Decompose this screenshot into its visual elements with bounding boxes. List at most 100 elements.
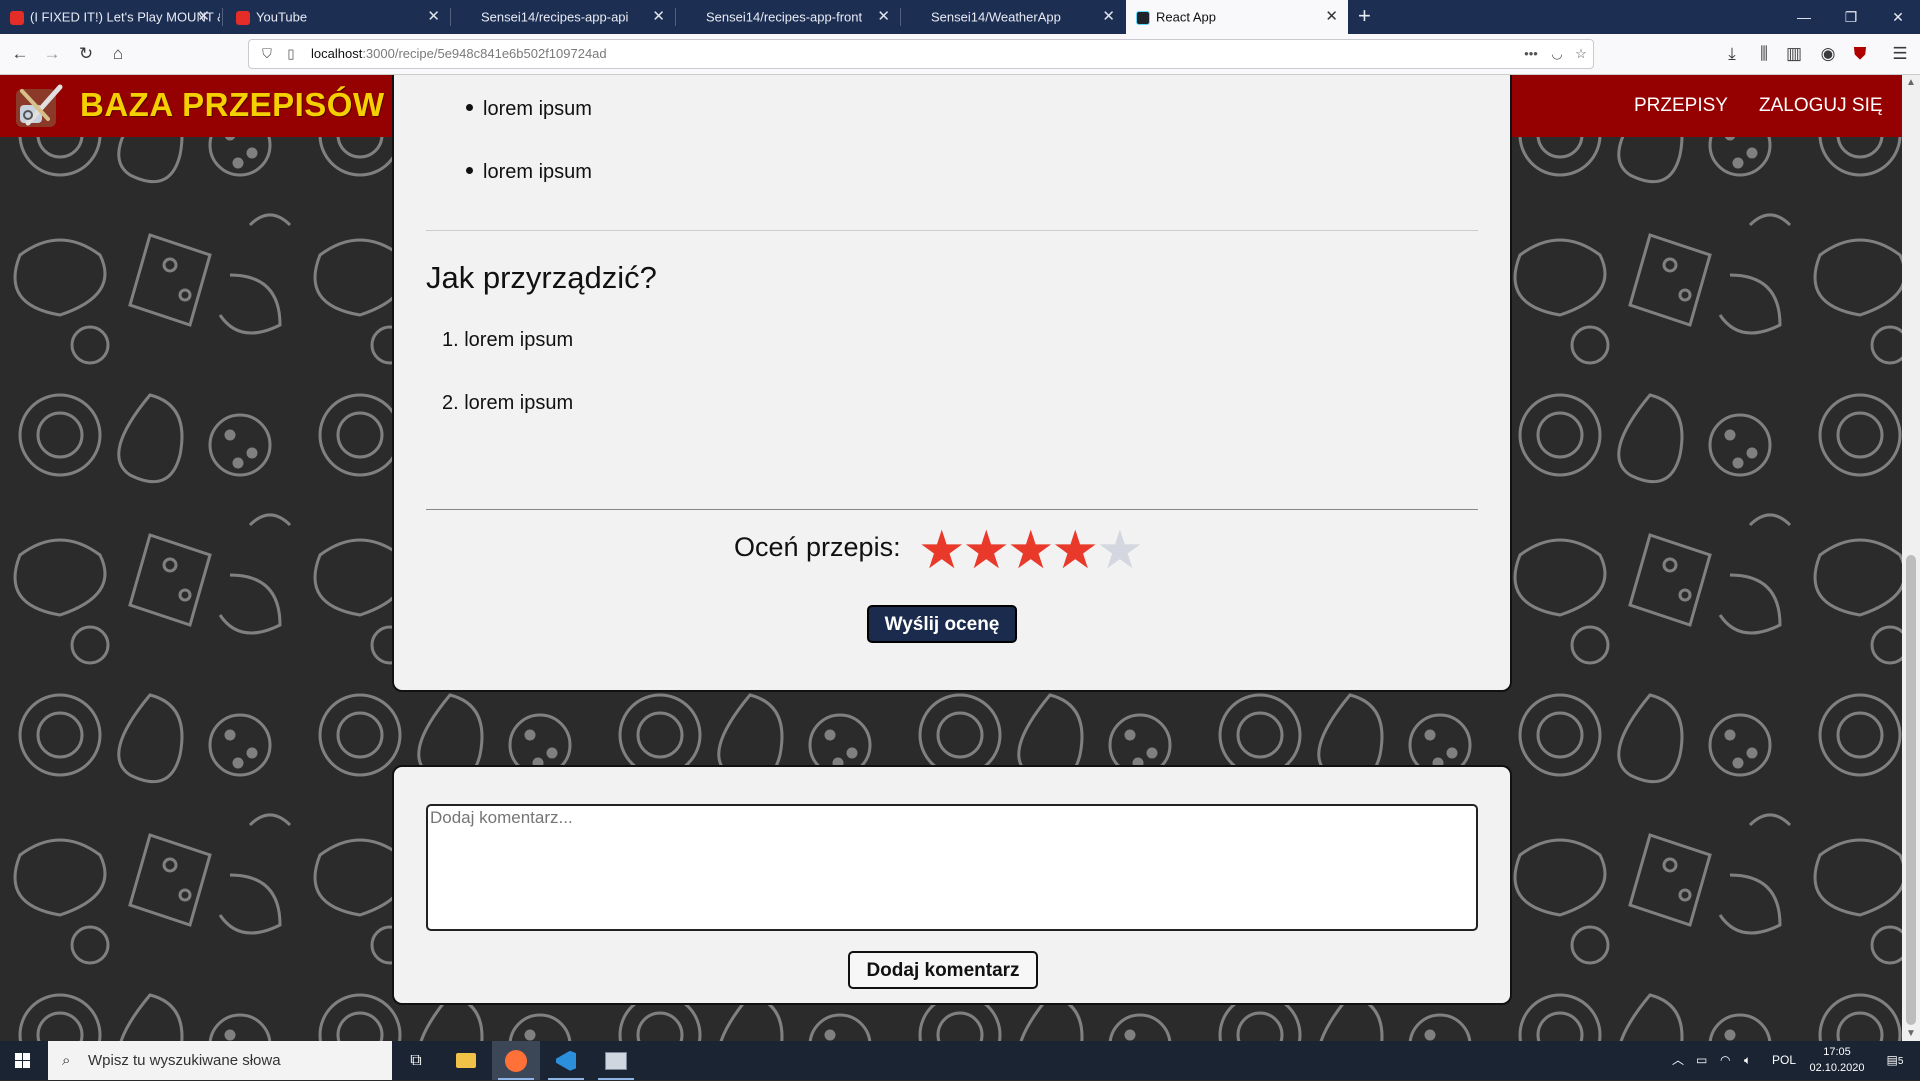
more-actions-icon[interactable]: ••• [1521, 40, 1541, 68]
add-comment-button[interactable]: Dodaj komentarz [848, 951, 1038, 989]
menu-icon[interactable]: ☰ [1886, 34, 1914, 74]
vscode-icon[interactable] [542, 1041, 590, 1080]
github-icon [686, 10, 700, 25]
comment-card: Dodaj komentarz [392, 765, 1512, 1005]
star-icon[interactable]: ★ [1007, 524, 1055, 577]
recipe-card: lorem ipsum lorem ipsum Jak przyrządzić?… [392, 75, 1512, 692]
show-hidden-icons[interactable]: ︿ [1672, 1041, 1684, 1080]
ingredient-item: lorem ipsum [466, 98, 592, 121]
scroll-down-icon[interactable]: ▼ [1902, 1028, 1920, 1039]
taskbar-clock[interactable]: 17:05 02.10.2020 [1802, 1044, 1872, 1076]
browser-tab-bar: (I FIXED IT!) Let's Play MOUNT & ✕ YouTu… [0, 0, 1920, 34]
section-divider [426, 230, 1478, 231]
tab-weatherapp[interactable]: Sensei14/WeatherApp ✕ [901, 0, 1125, 34]
section-divider [426, 509, 1478, 510]
firefox-icon[interactable] [492, 1041, 540, 1080]
url-text: localhost:3000/recipe/5e948c841e6b502f10… [311, 40, 607, 68]
rating-stars[interactable]: ★★★★★ [918, 524, 1144, 577]
url-path: :3000/recipe/5e948c841e6b502f109724ad [362, 46, 607, 61]
page-viewport: BAZA PRZEPISÓW PRZEPISY ZALOGUJ SIĘ lore… [0, 75, 1902, 1041]
tab-title: Sensei14/WeatherApp [931, 9, 1061, 25]
clock-time: 17:05 [1823, 1046, 1851, 1058]
account-icon[interactable]: ◉ [1814, 34, 1842, 74]
sidebar-icon[interactable]: ▥ [1780, 34, 1808, 74]
taskbar-search-box[interactable]: ⌕ Wpisz tu wyszukiwane słowa [48, 1041, 392, 1080]
close-window-icon[interactable]: ✕ [1878, 0, 1918, 34]
library-icon[interactable]: ⫼ [1750, 34, 1778, 74]
language-indicator[interactable]: POL [1772, 1041, 1796, 1080]
home-icon[interactable]: ⌂ [104, 34, 132, 74]
reload-icon[interactable]: ↻ [72, 34, 100, 74]
notification-center[interactable]: ▤5 [1880, 1041, 1910, 1080]
react-icon [1136, 10, 1150, 25]
tab-youtube[interactable]: YouTube ✕ [226, 0, 450, 34]
close-icon[interactable]: ✕ [1325, 0, 1338, 34]
nav-link-login[interactable]: ZALOGUJ SIĘ [1759, 75, 1883, 137]
tab-recipes-front[interactable]: Sensei14/recipes-app-front ✕ [676, 0, 900, 34]
snipping-tool-icon[interactable] [592, 1041, 640, 1080]
page-scrollbar[interactable]: ▲ ▼ [1902, 75, 1920, 1041]
back-arrow-icon[interactable]: ← [6, 34, 34, 74]
task-view-icon[interactable]: ⧉ [392, 1041, 440, 1080]
shield-icon[interactable]: ⛉ [257, 40, 277, 68]
address-bar[interactable]: ⛉ ▯ localhost:3000/recipe/5e948c841e6b50… [248, 39, 1594, 69]
battery-icon[interactable]: ▭ [1696, 1041, 1707, 1080]
wifi-icon[interactable]: ◠ [1720, 1041, 1730, 1080]
logo-utensils-icon[interactable] [14, 83, 64, 129]
tab-recipes-api[interactable]: Sensei14/recipes-app-api ✕ [451, 0, 675, 34]
close-icon[interactable]: ✕ [197, 0, 210, 34]
ingredient-text: lorem ipsum [483, 161, 592, 183]
rating-label: Oceń przepis: [734, 532, 901, 562]
taskbar-search-placeholder: Wpisz tu wyszukiwane słowa [88, 1052, 281, 1069]
close-icon[interactable]: ✕ [877, 0, 890, 34]
file-explorer-icon[interactable] [442, 1041, 490, 1080]
tab-separator [222, 8, 223, 26]
tab-title: Sensei14/recipes-app-front [706, 9, 863, 25]
close-icon[interactable]: ✕ [1102, 0, 1115, 34]
bullet-icon [466, 167, 473, 175]
browser-toolbar: ← → ↻ ⌂ ⛉ ▯ localhost:3000/recipe/5e948c… [0, 34, 1920, 75]
search-icon: ⌕ [62, 1052, 71, 1069]
youtube-icon [10, 10, 24, 25]
windows-start-icon[interactable] [0, 1041, 46, 1080]
tab-title: (I FIXED IT!) Let's Play MOUNT & [30, 9, 220, 25]
notification-icon: ▤ [1886, 1053, 1898, 1067]
ublock-icon[interactable]: ⛊ [1846, 34, 1874, 74]
steps-heading: Jak przyrządzić? [426, 260, 657, 295]
restore-window-icon[interactable]: ❐ [1831, 0, 1871, 34]
url-host: localhost [311, 46, 363, 61]
downloads-icon[interactable]: ⤓ [1718, 34, 1746, 74]
tab-react-app[interactable]: React App ✕ [1126, 0, 1348, 34]
forward-arrow-icon[interactable]: → [38, 34, 66, 74]
scroll-up-icon[interactable]: ▲ [1902, 77, 1920, 88]
site-title[interactable]: BAZA PRZEPISÓW [80, 83, 385, 127]
windows-taskbar: ⌕ Wpisz tu wyszukiwane słowa ⧉ ︿ ▭ ◠ 🔈︎ … [0, 1041, 1920, 1080]
star-icon[interactable]: ★ [1052, 524, 1100, 577]
youtube-icon [236, 10, 250, 25]
scrollbar-thumb[interactable] [1906, 555, 1916, 1025]
close-icon[interactable]: ✕ [652, 0, 665, 34]
new-tab-button[interactable]: + [1358, 0, 1371, 34]
minimize-window-icon[interactable]: — [1784, 0, 1824, 34]
submit-rating-button[interactable]: Wyślij ocenę [867, 605, 1017, 643]
star-icon[interactable]: ★ [918, 524, 966, 577]
tab-title: React App [1156, 9, 1216, 25]
star-icon[interactable]: ★ [963, 524, 1011, 577]
step-item: 2. lorem ipsum [442, 392, 574, 414]
pocket-icon[interactable]: ◡ [1547, 40, 1567, 68]
page-info-icon[interactable]: ▯ [281, 40, 301, 68]
tab-youtube-video[interactable]: (I FIXED IT!) Let's Play MOUNT & ✕ [0, 0, 220, 34]
github-icon [461, 10, 475, 25]
step-item: 1. lorem ipsum [442, 329, 574, 351]
star-icon[interactable]: ★ [1096, 524, 1144, 577]
tab-title: Sensei14/recipes-app-api [481, 9, 629, 25]
bullet-icon [466, 104, 473, 112]
clock-date: 02.10.2020 [1809, 1062, 1865, 1074]
comment-input[interactable] [426, 804, 1478, 931]
bookmark-star-icon[interactable]: ☆ [1571, 40, 1591, 68]
close-icon[interactable]: ✕ [427, 0, 440, 34]
ingredient-item: lorem ipsum [466, 161, 592, 184]
volume-icon[interactable]: 🔈︎ [1744, 1041, 1751, 1080]
nav-link-recipes[interactable]: PRZEPISY [1634, 75, 1728, 137]
tab-title: YouTube [256, 9, 308, 25]
